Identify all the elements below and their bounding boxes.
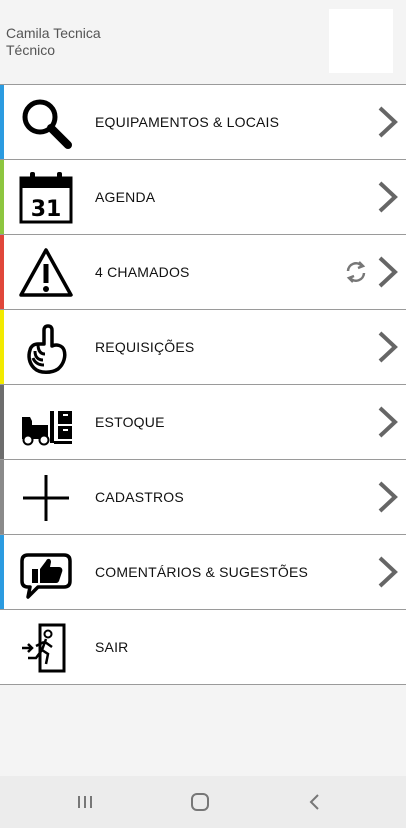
- color-bar: [0, 460, 4, 534]
- menu-item-label: 4 CHAMADOS: [95, 264, 190, 280]
- thumbs-up-chat-icon: [18, 545, 74, 601]
- chevron-right-icon: [374, 480, 400, 514]
- menu-item-chamados[interactable]: 4 CHAMADOS: [0, 235, 406, 310]
- chevron-right-icon: [374, 105, 400, 139]
- color-bar: [0, 385, 4, 459]
- menu-item-label: ESTOQUE: [95, 414, 165, 430]
- system-navigation-bar: [0, 776, 406, 828]
- header: Camila Tecnica Técnico: [0, 0, 406, 84]
- color-bar: [0, 235, 4, 309]
- menu-item-label: COMENTÁRIOS & SUGESTÕES: [95, 564, 309, 580]
- home-icon[interactable]: [186, 790, 214, 814]
- color-bar: [0, 535, 4, 609]
- back-icon[interactable]: [301, 790, 329, 814]
- avatar[interactable]: [329, 9, 393, 73]
- raised-hand-icon: [18, 320, 74, 376]
- menu-item-equipamentos[interactable]: EQUIPAMENTOS & LOCAIS: [0, 85, 406, 160]
- menu-item-label: EQUIPAMENTOS & LOCAIS: [95, 114, 280, 130]
- user-name: Camila Tecnica: [6, 25, 101, 41]
- chevron-right-icon: [374, 255, 400, 289]
- menu-item-requisicoes[interactable]: REQUISIÇÕES: [0, 310, 406, 385]
- user-role: Técnico: [6, 42, 56, 58]
- menu-item-label: CADASTROS: [95, 489, 184, 505]
- calendar-day: 31: [31, 197, 62, 222]
- calendar-icon: 31: [18, 170, 74, 226]
- menu-item-cadastros[interactable]: CADASTROS: [0, 460, 406, 535]
- color-bar: [0, 85, 4, 159]
- chevron-right-icon: [374, 180, 400, 214]
- chevron-right-icon: [374, 555, 400, 589]
- menu-item-label: AGENDA: [95, 189, 156, 205]
- menu-item-comentarios[interactable]: COMENTÁRIOS & SUGESTÕES: [0, 535, 406, 610]
- chevron-right-icon: [374, 405, 400, 439]
- exit-icon: [18, 620, 74, 676]
- main-menu: EQUIPAMENTOS & LOCAIS 31 AGENDA 4 CHAMAD…: [0, 84, 406, 685]
- color-bar: [0, 610, 4, 684]
- menu-item-label: REQUISIÇÕES: [95, 339, 195, 355]
- recents-icon[interactable]: [71, 790, 99, 814]
- menu-item-agenda[interactable]: 31 AGENDA: [0, 160, 406, 235]
- chevron-right-icon: [374, 330, 400, 364]
- menu-item-estoque[interactable]: ESTOQUE: [0, 385, 406, 460]
- search-icon: [18, 95, 74, 151]
- app-screen: Camila Tecnica Técnico EQUIPAMENTOS & LO…: [0, 0, 406, 828]
- warning-icon: [18, 245, 74, 301]
- menu-item-sair[interactable]: SAIR: [0, 610, 406, 685]
- color-bar: [0, 160, 4, 234]
- refresh-icon[interactable]: [343, 259, 369, 285]
- color-bar: [0, 310, 4, 384]
- forklift-icon: [18, 395, 74, 451]
- menu-item-label: SAIR: [95, 639, 129, 655]
- plus-icon: [18, 470, 74, 526]
